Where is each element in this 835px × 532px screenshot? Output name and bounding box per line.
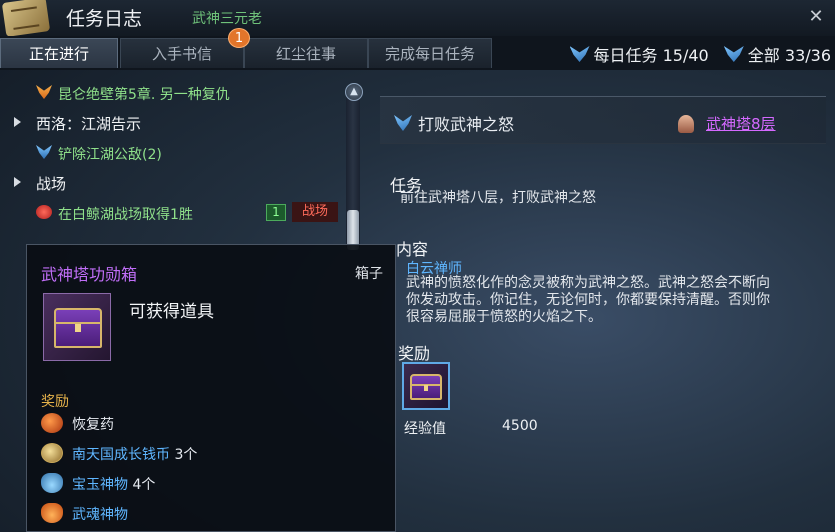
expand-arrow-icon[interactable] [14, 117, 21, 127]
reward-count: 4个 [132, 477, 156, 493]
category-label: 战场 [36, 175, 67, 193]
quest-detail-panel: 打败武神之怒 武神塔8层 任务 前往武神塔八层，打败武神之怒 内容 白云禅师 武… [378, 92, 835, 532]
reward-text: 宝玉神物 4个 [72, 474, 155, 494]
reward-name: 武魂神物 [72, 507, 128, 523]
tooltip-item-slot [43, 293, 111, 361]
content-line: 武神的愤怒化作的念灵被称为武神之怒。武神之怒会不断向 [406, 275, 770, 291]
category-label: 西洛：江湖告示 [36, 115, 142, 133]
all-counter: 全部 33/36 [747, 46, 831, 65]
potion-icon [41, 413, 63, 433]
quest-counters: 每日任务 15/40 全部 33/36 [560, 42, 831, 66]
level-badge: 1 [266, 204, 286, 221]
list-item[interactable]: 铲除江湖公敌(2) [0, 140, 340, 166]
chest-icon [410, 374, 442, 400]
tooltip-item-type: 箱子 [355, 266, 383, 282]
window-title: 任务日志 [66, 8, 143, 30]
reward-count: 3个 [174, 447, 198, 463]
category-row[interactable]: 西洛：江湖告示 [0, 110, 340, 136]
title-bar: 任务日志 武神三元老 ✕ [0, 0, 835, 37]
tab-letters[interactable]: 入手书信 [120, 38, 244, 68]
red-mask-icon [36, 205, 52, 219]
category-row[interactable]: 战场 [0, 170, 340, 196]
reward-text: 南天国成长钱币 3个 [72, 444, 197, 464]
scroll-up-icon[interactable]: ▲ [345, 83, 363, 101]
quest-name: 昆仑绝壁第5章. 另一种复仇 [58, 87, 230, 103]
orange-wing-icon [36, 85, 52, 99]
daily-counter: 每日任务 15/40 [593, 46, 709, 65]
coin-icon [41, 443, 63, 463]
content-heading: 内容 [396, 240, 429, 259]
tooltip-reward-label: 奖励 [41, 394, 69, 410]
tab-daily-completed[interactable]: 完成每日任务 [368, 38, 492, 68]
tower-icon [678, 115, 694, 133]
close-icon[interactable]: ✕ [805, 6, 827, 28]
background-npc-name: 武神三元老 [192, 11, 262, 27]
all-wing-icon [723, 46, 744, 62]
reward-name: 南天国成长钱币 [72, 447, 170, 463]
list-item[interactable]: 在白鲸湖战场取得1胜 1 战场 [0, 200, 340, 226]
exp-label: 经验值 [404, 421, 446, 437]
blue-wing-icon [394, 115, 412, 131]
notification-badge: 1 [228, 28, 250, 48]
reward-heading: 奖励 [398, 344, 431, 363]
category-tag: 战场 [292, 202, 338, 222]
list-item[interactable]: 昆仑绝壁第5章. 另一种复仇 [0, 80, 340, 106]
reward-name: 宝玉神物 [72, 477, 128, 493]
jade-icon [41, 473, 63, 493]
expand-arrow-icon[interactable] [14, 177, 21, 187]
reward-item-slot[interactable] [402, 362, 450, 410]
reward-name: 恢复药 [72, 417, 114, 433]
item-tooltip: 武神塔功勋箱 箱子 可获得道具 奖励 恢复药 南天国成长钱币 3个 宝玉神物 4… [26, 244, 396, 532]
quest-name: 在白鲸湖战场取得1胜 [58, 207, 193, 223]
task-text: 前往武神塔八层，打败武神之怒 [400, 190, 596, 206]
scroll-logo-icon [1, 0, 51, 37]
detail-title: 打败武神之怒 [418, 115, 515, 134]
exp-value: 4500 [502, 418, 538, 434]
location-link[interactable]: 武神塔8层 [706, 113, 776, 134]
chest-icon [54, 308, 102, 348]
content-line: 很容易屈服于愤怒的火焰之下。 [406, 309, 602, 325]
blue-wing-icon [36, 145, 52, 159]
detail-header: 打败武神之怒 武神塔8层 [380, 96, 826, 144]
tooltip-obtain-label: 可获得道具 [129, 302, 214, 322]
tab-in-progress[interactable]: 正在进行 [0, 38, 118, 68]
tooltip-item-name: 武神塔功勋箱 [41, 265, 138, 284]
daily-wing-icon [569, 46, 590, 62]
content-line: 你发动攻击。你记住，无论何时，你都要保持清醒。否则你 [406, 292, 770, 308]
quest-name: 铲除江湖公敌(2) [58, 147, 162, 163]
tab-past-events[interactable]: 红尘往事 [244, 38, 368, 68]
soul-icon [41, 503, 63, 523]
